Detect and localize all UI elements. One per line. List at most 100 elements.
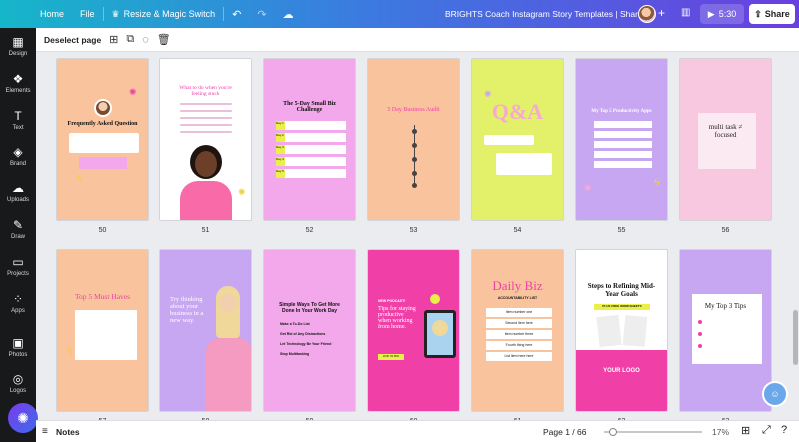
sidebar-item-elements[interactable]: ❖ Elements — [0, 72, 36, 95]
timeline-dot — [412, 183, 417, 188]
page-thumbnail-58[interactable]: Try thinking about your business in a ne… — [159, 249, 252, 412]
home-menu[interactable]: Home — [32, 9, 72, 19]
page-title: My Top 3 Tips — [704, 302, 747, 310]
sparkle-icon: ✺ — [17, 409, 29, 426]
woman-photo — [206, 278, 251, 411]
present-button[interactable]: ▶ 5:30 — [700, 4, 744, 24]
page-title: 5 Day Business Audit — [387, 107, 440, 113]
undo-button[interactable]: ↶ — [224, 8, 249, 21]
timeline-line — [414, 125, 415, 187]
share-icon: ⇪ — [754, 8, 762, 19]
day-badge: Day 2 — [276, 133, 285, 142]
tip-bullet — [698, 320, 702, 324]
magic-sparkle-button[interactable]: ✺ — [8, 403, 38, 433]
trash-icon[interactable]: 🗑 — [157, 33, 171, 46]
zoom-level[interactable]: 17% — [712, 427, 729, 437]
zoom-slider[interactable] — [604, 428, 702, 436]
starburst-decoration: ✺ — [584, 183, 592, 193]
sidebar: ▦ Design ❖ Elements T Text ◈ Brand ☁ Uploads … — [0, 28, 36, 442]
timeline-dot — [412, 157, 417, 162]
file-menu[interactable]: File — [72, 9, 103, 19]
page-title: The 5-Day Small Biz Challenge — [283, 101, 336, 113]
cloud-save-button[interactable]: ☁ — [275, 8, 302, 21]
redo-button[interactable]: ↷ — [249, 8, 274, 21]
document-title[interactable]: BRIGHTS Coach Instagram Story Templates … — [445, 9, 647, 19]
sidebar-item-brand[interactable]: ◈ Brand — [0, 145, 36, 168]
undo-icon: ↶ — [232, 8, 242, 21]
sidebar-item-label: Photos — [8, 352, 28, 358]
answer-card — [79, 157, 127, 169]
bar-chart-icon[interactable]: ▥ — [681, 7, 690, 18]
help-icon[interactable]: ? — [781, 424, 787, 436]
sidebar-item-design[interactable]: ▦ Design — [0, 36, 36, 58]
page-thumbnail-55[interactable]: My Top 5 Productivity Apps ϟ ✺ — [575, 58, 668, 221]
notes-button[interactable]: Notes — [56, 427, 80, 437]
sidebar-item-logos[interactable]: ◎ Logos — [0, 373, 36, 395]
page-thumbnail-53[interactable]: 5 Day Business Audit — [367, 58, 460, 221]
page-thumbnail-62[interactable]: Steps to Refining Mid-Year Goals PLUS FR… — [575, 249, 668, 412]
page-number: 56 — [721, 227, 730, 234]
sidebar-item-apps[interactable]: ⁘ Apps — [0, 293, 36, 315]
page-title: Frequently Asked Question — [67, 121, 138, 127]
sidebar-item-label: Brand — [9, 161, 26, 167]
vertical-scrollbar[interactable] — [792, 52, 799, 420]
upload-icon: ☁ — [12, 181, 24, 195]
deselect-page-button[interactable]: Deselect page — [36, 35, 101, 45]
list-item: Item number three — [486, 330, 552, 339]
notes-icon[interactable]: ≡ — [42, 426, 48, 437]
page-thumbnail-57[interactable]: Top 5 Must Haves ϟ — [56, 249, 149, 412]
worksheet-preview — [622, 315, 648, 347]
file-label: File — [80, 9, 95, 19]
page-thumbnail-56[interactable]: multi task ≠ focused — [679, 58, 772, 221]
zoom-slider-handle[interactable] — [609, 428, 617, 436]
home-label: Home — [40, 9, 65, 19]
cloud-check-icon: ☁ — [282, 8, 294, 21]
page-title: My Top 5 Productivity Apps — [591, 109, 652, 114]
scrollbar-thumb[interactable] — [793, 310, 798, 365]
sidebar-item-uploads[interactable]: ☁ Uploads — [0, 181, 36, 204]
resize-button[interactable]: ♛ Resize & Magic Switch — [104, 9, 224, 20]
elements-icon: ❖ — [12, 72, 24, 86]
zigzag-decoration: ϟ — [77, 174, 82, 184]
page-thumbnail-51[interactable]: What to do when you're feeling stuck ✺ — [159, 58, 252, 221]
share-label: Share — [764, 9, 790, 19]
page-title: Daily Biz — [492, 278, 543, 293]
page-grid: Frequently Asked Question ✺ ϟ 50 What to… — [36, 52, 791, 420]
page-title: Tips for staying productive when working… — [378, 306, 416, 330]
duplicate-icon[interactable]: ⧉ — [126, 33, 134, 46]
page-thumbnail-60[interactable]: NEW PODCAST! Tips for staying productive… — [367, 249, 460, 412]
sidebar-item-photos[interactable]: ▣ Photos — [0, 337, 36, 359]
hide-icon[interactable]: ◌ — [142, 34, 149, 46]
resize-label: Resize & Magic Switch — [123, 9, 216, 19]
tip-bullet — [698, 332, 702, 336]
crown-icon: ♛ — [111, 8, 120, 19]
add-collaborator-button[interactable]: + — [658, 6, 665, 20]
sidebar-item-projects[interactable]: ▭ Projects — [0, 256, 36, 278]
list-item: Make a To-Do List — [280, 322, 310, 326]
content-card — [69, 133, 139, 153]
sidebar-item-draw[interactable]: ✎ Draw — [0, 218, 36, 241]
sidebar-item-text[interactable]: T Text — [0, 110, 36, 132]
page-thumbnail-61[interactable]: Daily Biz ACCOUNTABILITY LIST Item numbe… — [471, 249, 564, 412]
page-title: multi task ≠ focused — [708, 123, 743, 139]
page-indicator[interactable]: Page 1 / 66 — [543, 427, 586, 437]
page-thumbnail-54[interactable]: Q&A ✺ — [471, 58, 564, 221]
sidebar-item-label: Elements — [5, 88, 31, 94]
fullscreen-icon[interactable]: ⤢ — [762, 424, 771, 437]
sidebar-item-label: Uploads — [6, 197, 29, 203]
page-thumbnail-52[interactable]: The 5-Day Small Biz Challenge Day 1 Day … — [263, 58, 356, 221]
help-assistant-button[interactable]: ☺ — [762, 381, 788, 407]
brand-icon: ◈ — [13, 145, 23, 159]
pen-icon: ✎ — [12, 218, 24, 232]
grid-view-icon[interactable]: ⊞ — [741, 424, 750, 437]
starburst-decoration: ✺ — [129, 87, 137, 97]
microphone-icon — [430, 294, 440, 304]
page-thumbnail-50[interactable]: Frequently Asked Question ✺ ϟ — [56, 58, 149, 221]
page-thumbnail-59[interactable]: Simple Ways To Get More Done In Your Wor… — [263, 249, 356, 412]
avatar[interactable] — [638, 5, 656, 23]
page-thumbnail-63[interactable]: My Top 3 Tips — [679, 249, 772, 412]
add-page-icon[interactable]: ⊞ — [109, 33, 118, 46]
play-icon: ▶ — [707, 8, 715, 19]
share-button[interactable]: ⇪ Share — [749, 4, 795, 24]
list-item: Fourth thing here — [486, 341, 552, 350]
